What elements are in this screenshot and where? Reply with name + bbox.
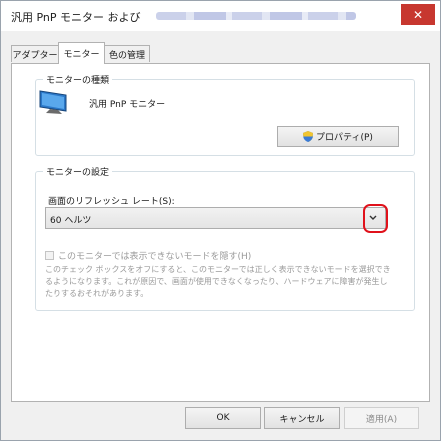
- apply-button[interactable]: 適用(A): [344, 407, 419, 429]
- refresh-rate-label: 画面のリフレッシュ レート(S):: [48, 197, 175, 207]
- ok-button[interactable]: OK: [185, 407, 261, 429]
- hide-modes-description: このチェック ボックスをオフにすると、このモニターでは正しく表示できないモードを…: [45, 265, 391, 298]
- properties-button-label: プロパティ(P): [316, 133, 373, 143]
- cancel-button[interactable]: キャンセル: [264, 407, 340, 429]
- monitor-settings-group-label: モニターの設定: [43, 165, 113, 178]
- hide-modes-checkbox[interactable]: [45, 251, 54, 260]
- title-bar[interactable]: 汎用 PnP モニター および ✕: [1, 1, 440, 31]
- hide-modes-label: このモニターでは表示できないモードを隠す(H): [58, 252, 252, 262]
- hide-modes-checkbox-row[interactable]: このモニターでは表示できないモードを隠す(H): [45, 249, 251, 262]
- display-properties-dialog: 汎用 PnP モニター および ✕ アダプター モニター 色の管理 モニターの種…: [0, 0, 441, 441]
- refresh-rate-value: 60 ヘルツ: [50, 216, 92, 226]
- tab-adapter[interactable]: アダプター: [11, 45, 59, 62]
- redacted-title-text: [156, 12, 356, 20]
- monitor-type-group-label: モニターの種類: [43, 73, 113, 86]
- close-icon: ✕: [412, 7, 424, 22]
- tab-monitor[interactable]: モニター: [58, 42, 105, 64]
- dropdown-highlight-annotation: [363, 204, 388, 233]
- tab-color-management[interactable]: 色の管理: [104, 45, 150, 62]
- monitor-name: 汎用 PnP モニター: [89, 100, 166, 110]
- properties-button[interactable]: プロパティ(P): [277, 126, 399, 147]
- refresh-rate-select[interactable]: 60 ヘルツ: [45, 207, 386, 229]
- window-title: 汎用 PnP モニター および: [11, 11, 141, 24]
- monitor-icon: [36, 89, 76, 118]
- close-button[interactable]: ✕: [401, 4, 435, 25]
- uac-shield-icon: [303, 131, 314, 142]
